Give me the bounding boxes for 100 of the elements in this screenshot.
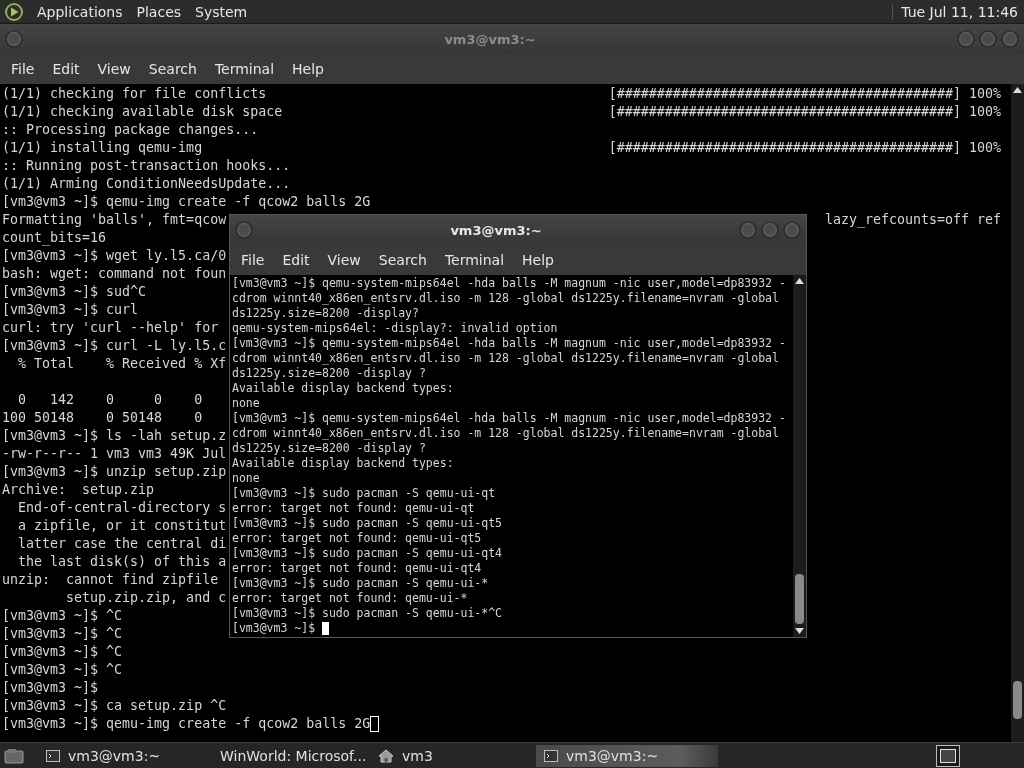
terminal-line: none	[232, 471, 260, 486]
terminal-text: [##########################################] 100%	[608, 85, 1002, 103]
terminal-line: Formatting 'balls', fmt=qcow	[2, 211, 227, 229]
terminal-line: [vm3@vm3 ~]$ sud^C	[2, 283, 147, 301]
terminal-line: Available display backend types:	[232, 456, 454, 471]
menu-item[interactable]: Terminal	[435, 252, 514, 268]
terminal-line: [vm3@vm3 ~]$ sudo pacman -S qemu-ui-qt4	[232, 546, 503, 561]
terminal-line: [vm3@vm3 ~]$	[232, 621, 317, 636]
scrollbar[interactable]	[1011, 84, 1024, 742]
terminal-line: [vm3@vm3 ~]$ ^C	[2, 607, 123, 625]
terminal-line: 0 142 0 0 0	[17, 391, 203, 409]
terminal-line: [vm3@vm3 ~]$	[2, 679, 99, 697]
menu-item[interactable]: Terminal	[205, 61, 284, 77]
menu-item[interactable]: File	[2, 61, 44, 77]
close-button[interactable]	[782, 220, 802, 240]
terminal-line: [vm3@vm3 ~]$ curl	[2, 301, 139, 319]
terminal-line: (1/1) installing qemu-img	[2, 139, 203, 157]
terminal-line: [vm3@vm3 ~]$ wget ly.l5.ca/0	[2, 247, 227, 265]
terminal-icon	[544, 749, 558, 762]
terminal-line: (1/1) Arming ConditionNeedsUpdate...	[2, 175, 291, 193]
scroll-up-icon[interactable]	[795, 278, 804, 284]
terminal-line: [vm3@vm3 ~]$ sudo pacman -S qemu-ui-*^C	[232, 606, 503, 621]
terminal-line: % Total % Received % Xf	[17, 355, 227, 373]
house-icon	[378, 748, 394, 763]
desktop-icon[interactable]	[4, 747, 24, 764]
terminal-text: lazy_refcounts=off ref	[824, 211, 1002, 229]
terminal-line: [vm3@vm3 ~]$ sudo pacman -S qemu-ui-*	[232, 576, 489, 591]
terminal-line: [vm3@vm3 ~]$ qemu-img create -f qcow2 balls 2G	[2, 715, 371, 733]
terminal-line: error: target not found: qemu-ui-qt5	[232, 531, 482, 546]
workspace-switcher[interactable]	[936, 744, 960, 767]
terminal-line: [vm3@vm3 ~]$ unzip setup.zip	[2, 463, 227, 481]
terminal-line: ds1225y.size=8200 -display ?	[232, 366, 426, 381]
window-menu-button[interactable]	[234, 220, 254, 240]
terminal-line: :: Running post-transaction hooks...	[2, 157, 291, 175]
terminal-line: [vm3@vm3 ~]$ ls -lah setup.z	[2, 427, 227, 445]
panel-menu[interactable]: System	[188, 3, 255, 20]
terminal-line: cdrom winnt40_x86en_entsrv.dl.iso -m 128 -global ds1225y.filename=nvram -global	[232, 291, 779, 306]
window-title: vm3@vm3:~	[443, 31, 537, 47]
terminal-line: [vm3@vm3 ~]$ curl -L ly.l5.c	[2, 337, 227, 355]
scroll-up-icon[interactable]	[1013, 87, 1022, 93]
terminal-line: unzip: cannot find zipfile	[2, 571, 219, 589]
scrollbar-thumb[interactable]	[795, 574, 804, 624]
menu-item[interactable]: Edit	[43, 61, 89, 77]
terminal-line: Archive: setup.zip	[2, 481, 155, 499]
clock[interactable]: Tue Jul 11, 11:46	[892, 3, 1018, 20]
scroll-down-icon[interactable]	[795, 628, 804, 634]
panel-menu[interactable]: Applications	[30, 3, 130, 20]
terminal-line: bash: wget: command not foun	[2, 265, 227, 283]
terminal-line: :: Processing package changes...	[2, 121, 259, 139]
minimize-button[interactable]	[738, 220, 758, 240]
terminal-line: error: target not found: qemu-ui-qt	[232, 501, 475, 516]
terminal-line: [vm3@vm3 ~]$ qemu-system-mips64el -hda balls -M magnum -nic user,model=dp83932 -	[232, 336, 786, 351]
terminal-line: latter case the central di	[17, 535, 227, 553]
terminal-text: [##########################################] 100%	[608, 103, 1002, 121]
taskbar-button[interactable]: vm3@vm3:~	[536, 744, 718, 767]
menu-item[interactable]: Search	[369, 252, 436, 268]
terminal-line: [vm3@vm3 ~]$ qemu-img create -f qcow2 balls 2G	[2, 193, 371, 211]
scrollbar-thumb[interactable]	[1013, 681, 1022, 719]
menu-item[interactable]: Help	[283, 61, 333, 77]
terminal-line: cdrom winnt40_x86en_entsrv.dl.iso -m 128 -global ds1225y.filename=nvram -global	[232, 351, 779, 366]
menu-item[interactable]: Edit	[273, 252, 319, 268]
scrollbar[interactable]	[793, 275, 806, 637]
terminal-line: ds1225y.size=8200 -display ?	[232, 441, 426, 456]
maximize-button[interactable]	[760, 220, 780, 240]
terminal-line: setup.zip.zip, and c	[65, 589, 227, 607]
terminal-line: none	[232, 396, 260, 411]
taskbar-button[interactable]: vm3	[370, 744, 534, 767]
taskbar-button[interactable]: WinWorld: Microsof...	[204, 744, 368, 767]
terminal-line: [vm3@vm3 ~]$ qemu-system-mips64el -hda balls -M magnum -nic user,model=dp83932 -	[232, 276, 786, 291]
play-circle-icon[interactable]	[4, 1, 24, 22]
terminal-line: cdrom winnt40_x86en_entsrv.dl.iso -m 128 -global ds1225y.filename=nvram -global	[232, 426, 779, 441]
window-menu-button[interactable]	[4, 29, 24, 49]
terminal-line: [vm3@vm3 ~]$ ca setup.zip ^C	[2, 697, 227, 715]
terminal-icon	[46, 749, 60, 762]
taskbar-button[interactable]: vm3@vm3:~	[38, 744, 202, 767]
menu-item[interactable]: View	[88, 61, 140, 77]
terminal-line: the last disk(s) of this a	[17, 553, 227, 571]
close-button[interactable]	[1000, 29, 1020, 49]
terminal-line: (1/1) checking for file conflicts	[2, 85, 267, 103]
panel-menu[interactable]: Places	[129, 3, 189, 20]
terminal-line: [vm3@vm3 ~]$ sudo pacman -S qemu-ui-qt	[232, 486, 496, 501]
terminal-line: error: target not found: qemu-ui-*	[232, 591, 468, 606]
menu-item[interactable]: File	[232, 252, 274, 268]
terminal-line: [vm3@vm3 ~]$ ^C	[2, 661, 123, 679]
menu-item[interactable]: Search	[139, 61, 206, 77]
menu-item[interactable]: Help	[513, 252, 563, 268]
window-title: vm3@vm3:~	[449, 222, 543, 238]
menu-item[interactable]: View	[318, 252, 370, 268]
terminal-line: [vm3@vm3 ~]$ ^C	[2, 625, 123, 643]
terminal-line: error: target not found: qemu-ui-qt4	[232, 561, 482, 576]
maximize-button[interactable]	[978, 29, 998, 49]
terminal-line: [vm3@vm3 ~]$ sudo pacman -S qemu-ui-qt5	[232, 516, 503, 531]
terminal-line: End-of-central-directory s	[17, 499, 227, 517]
terminal-line: qemu-system-mips64el: -display?: invalid option	[232, 321, 558, 336]
terminal-line: Available display backend types:	[232, 381, 454, 396]
terminal-line: -rw-r--r-- 1 vm3 vm3 49K Jul	[2, 445, 227, 463]
terminal-text: [##########################################] 100%	[608, 139, 1002, 157]
terminal-line: ds1225y.size=8200 -display?	[232, 306, 419, 321]
terminal-line: [vm3@vm3 ~]$ ^C	[2, 643, 123, 661]
minimize-button[interactable]	[956, 29, 976, 49]
